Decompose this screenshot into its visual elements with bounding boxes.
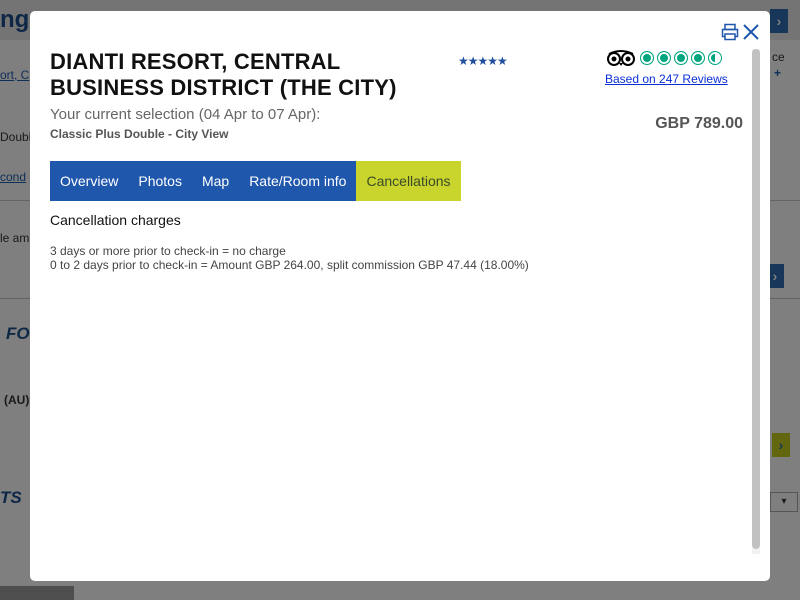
tab-map[interactable]: Map bbox=[191, 161, 240, 201]
cancellation-charges-heading: Cancellation charges bbox=[50, 212, 181, 228]
charge-line: 0 to 2 days prior to check-in = Amount G… bbox=[50, 258, 529, 272]
rating-bubble bbox=[640, 51, 654, 65]
rating-bubble bbox=[657, 51, 671, 65]
room-name: Classic Plus Double - City View bbox=[50, 127, 229, 141]
print-icon[interactable] bbox=[721, 23, 739, 41]
rating-bubble bbox=[691, 51, 705, 65]
reviews-link[interactable]: Based on 247 Reviews bbox=[605, 72, 728, 86]
tripadvisor-rating bbox=[606, 49, 736, 69]
rating-bubble bbox=[708, 51, 722, 65]
tab-overview[interactable]: Overview bbox=[50, 161, 129, 201]
charge-line: 3 days or more prior to check-in = no ch… bbox=[50, 244, 286, 258]
star-rating: ★★★★★ bbox=[458, 54, 508, 68]
tripadvisor-owl-icon bbox=[607, 50, 635, 66]
tab-photos[interactable]: Photos bbox=[128, 161, 192, 201]
current-selection-text: Your current selection (04 Apr to 07 Apr… bbox=[50, 106, 321, 123]
cancellation-charges-list: 3 days or more prior to check-in = no ch… bbox=[50, 244, 529, 272]
rating-bubble bbox=[674, 51, 688, 65]
details-tabs: Overview Photos Map Rate/Room info Cance… bbox=[50, 161, 461, 201]
total-price: GBP 789.00 bbox=[655, 115, 743, 132]
scrollbar-thumb[interactable] bbox=[752, 49, 760, 549]
tab-rate-room-info[interactable]: Rate/Room info bbox=[239, 161, 357, 201]
hotel-title: DIANTI RESORT, CENTRAL BUSINESS DISTRICT… bbox=[50, 49, 397, 100]
tab-cancellations[interactable]: Cancellations bbox=[356, 161, 461, 201]
hotel-details-modal: DIANTI RESORT, CENTRAL BUSINESS DISTRICT… bbox=[30, 11, 770, 581]
close-icon[interactable] bbox=[742, 23, 760, 41]
